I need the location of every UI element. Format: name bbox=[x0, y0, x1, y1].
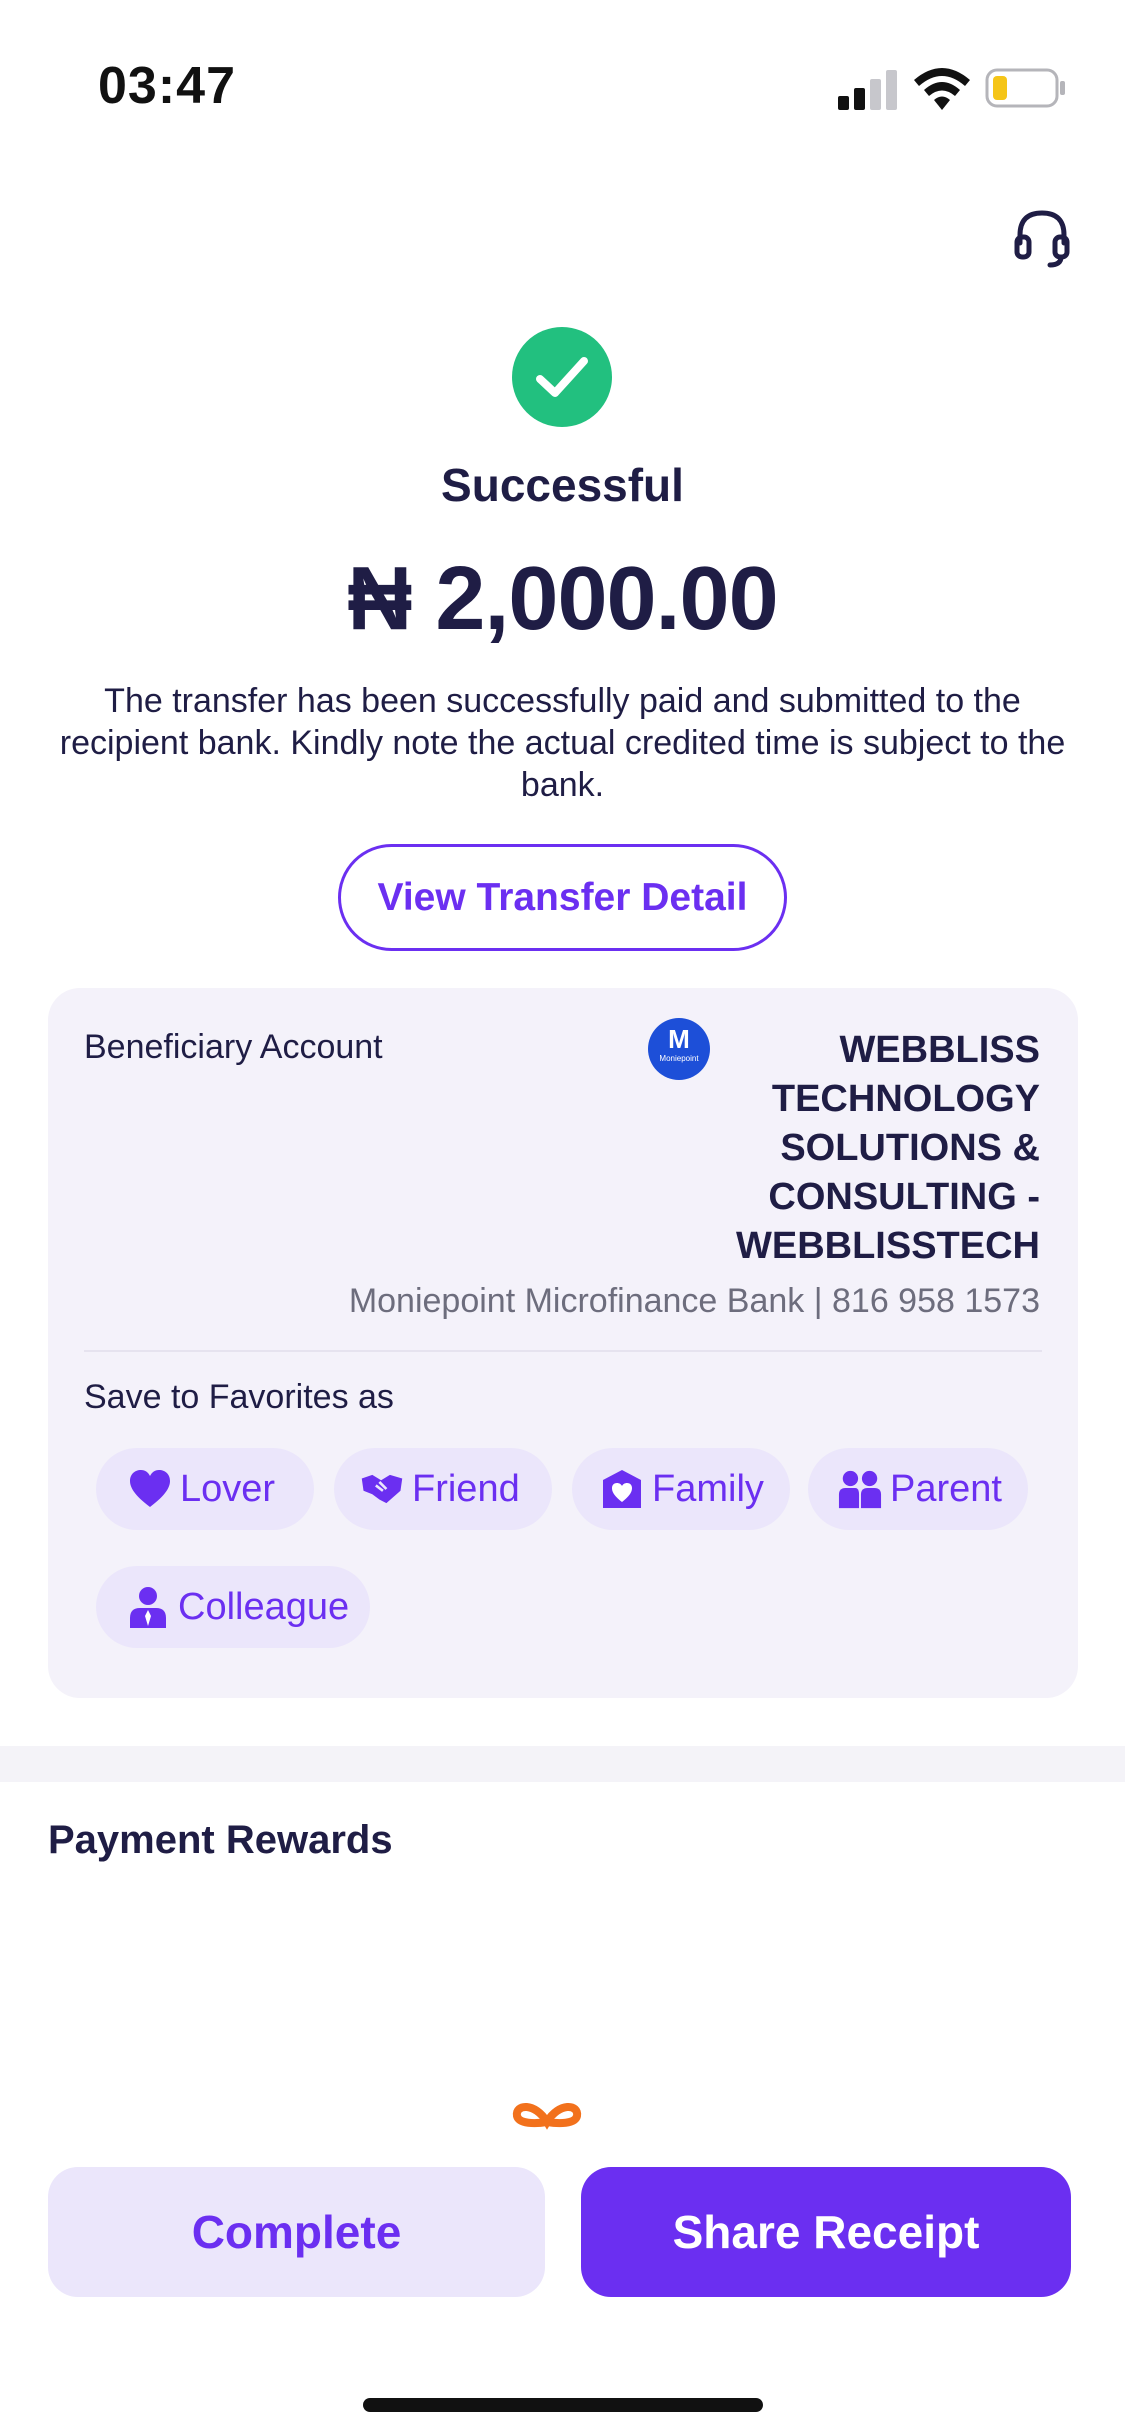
favorite-chip-colleague[interactable]: Colleague bbox=[96, 1566, 370, 1648]
payment-rewards-title: Payment Rewards bbox=[48, 1818, 393, 1862]
chip-label: Friend bbox=[412, 1467, 520, 1510]
beneficiary-label: Beneficiary Account bbox=[84, 1028, 383, 1066]
bank-logo-letter: M bbox=[668, 1024, 690, 1054]
chip-label: Parent bbox=[890, 1467, 1002, 1510]
divider bbox=[84, 1350, 1042, 1352]
view-transfer-detail-button[interactable]: View Transfer Detail bbox=[338, 844, 787, 951]
parents-icon bbox=[838, 1467, 882, 1511]
status-bar: 03:47 bbox=[0, 0, 1125, 170]
bank-logo: M Moniepoint bbox=[648, 1018, 710, 1080]
chip-label: Family bbox=[652, 1467, 764, 1510]
battery-low-icon bbox=[985, 68, 1065, 108]
beneficiary-name: WEBBLISS TECHNOLOGY SOLUTIONS & CONSULTI… bbox=[736, 1029, 1040, 1267]
transfer-amount: ₦ 2,000.00 bbox=[347, 549, 778, 649]
family-home-icon bbox=[600, 1467, 644, 1511]
beneficiary-card: Beneficiary Account M Moniepoint WEBBLIS… bbox=[48, 988, 1078, 1698]
chip-label: Colleague bbox=[178, 1585, 350, 1628]
share-receipt-button[interactable]: Share Receipt bbox=[581, 2167, 1071, 2297]
bank-logo-text: Moniepoint bbox=[659, 1054, 699, 1063]
handshake-icon bbox=[360, 1467, 404, 1511]
status-title: Successful bbox=[441, 459, 684, 511]
section-separator bbox=[0, 1746, 1125, 1782]
headset-icon[interactable] bbox=[1012, 205, 1072, 269]
favorite-chip-parent[interactable]: Parent bbox=[808, 1448, 1028, 1530]
heart-icon bbox=[128, 1467, 172, 1511]
wifi-icon bbox=[914, 68, 970, 110]
signal-icon bbox=[838, 70, 897, 110]
check-circle-icon bbox=[512, 327, 612, 427]
beneficiary-bank-account: Moniepoint Microfinance Bank | 816 958 1… bbox=[348, 1282, 1040, 1320]
chip-label: Lover bbox=[180, 1467, 276, 1510]
home-indicator[interactable] bbox=[363, 2398, 763, 2412]
colleague-icon bbox=[126, 1585, 170, 1629]
gift-icon bbox=[505, 2100, 589, 2130]
favorite-chip-lover[interactable]: Lover bbox=[96, 1448, 314, 1530]
favorites-label: Save to Favorites as bbox=[84, 1378, 394, 1416]
status-time: 03:47 bbox=[98, 57, 236, 115]
complete-button[interactable]: Complete bbox=[48, 2167, 545, 2297]
favorite-chip-family[interactable]: Family bbox=[572, 1448, 790, 1530]
status-message: The transfer has been successfully paid … bbox=[59, 682, 1066, 804]
favorite-chip-friend[interactable]: Friend bbox=[334, 1448, 552, 1530]
